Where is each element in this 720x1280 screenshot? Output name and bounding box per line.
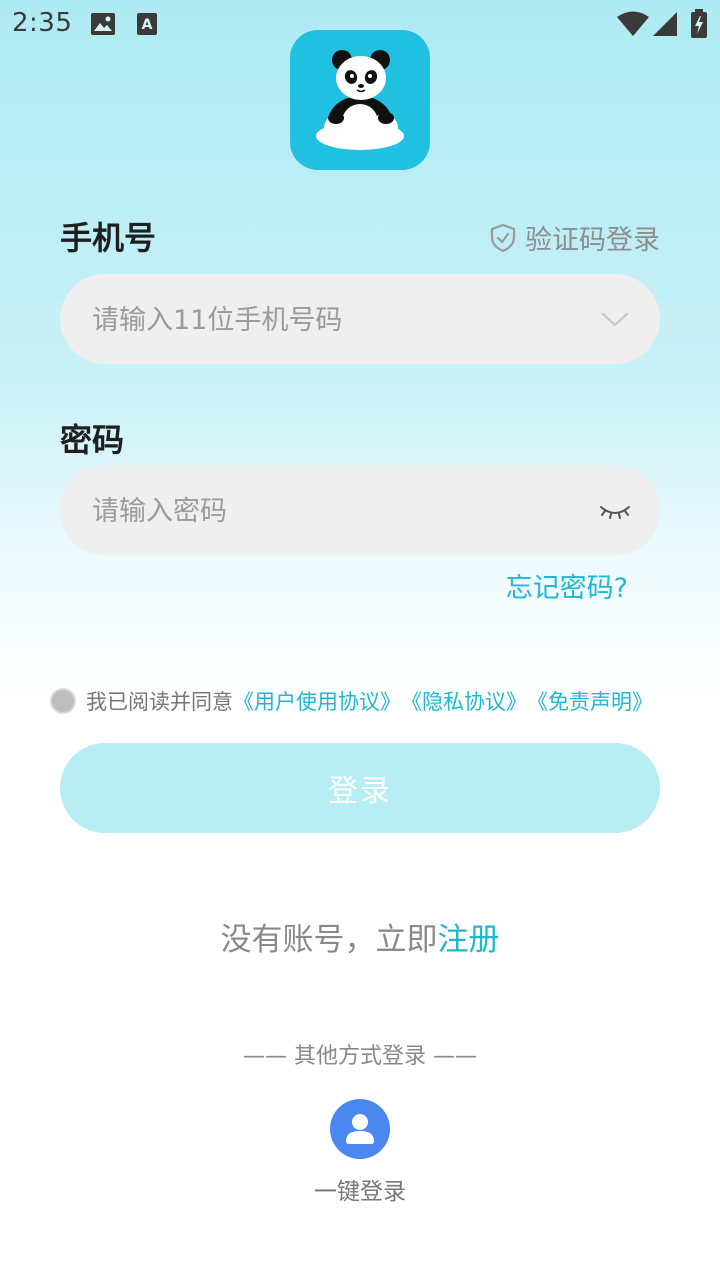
battery-charging-icon (691, 9, 707, 38)
forgot-password-link[interactable]: 忘记密码? (506, 566, 628, 605)
eye-closed-icon[interactable] (598, 495, 632, 525)
cell-signal-icon (653, 12, 677, 36)
phone-label: 手机号 (60, 219, 157, 257)
password-input[interactable] (90, 465, 574, 557)
register-link[interactable]: 注册 (438, 922, 500, 958)
agreement-text: 我已阅读并同意 (86, 690, 233, 714)
phone-input[interactable] (90, 274, 574, 366)
font-a-icon: A (137, 13, 157, 35)
user-agreement-link[interactable]: 《用户使用协议》 (233, 686, 401, 716)
login-button[interactable]: 登录 (60, 743, 660, 833)
one-key-login-label[interactable]: 一键登录 (0, 1172, 720, 1206)
sms-login-button[interactable]: 验证码登录 (489, 218, 660, 257)
agreement-radio[interactable] (50, 688, 76, 714)
phone-input-container (60, 274, 660, 366)
status-time: 2:35 (12, 8, 73, 38)
register-row: 没有账号，立即注册 (0, 914, 720, 959)
password-label: 密码 (60, 421, 125, 459)
panda-logo-icon (316, 50, 404, 150)
other-login-title: —— 其他方式登录 —— (243, 1044, 477, 1069)
disclaimer-link[interactable]: 《免责声明》 (527, 686, 653, 716)
wifi-icon (617, 11, 649, 36)
chevron-down-icon[interactable] (598, 304, 632, 334)
user-icon (346, 1114, 374, 1144)
password-input-container (60, 465, 660, 557)
privacy-agreement-link[interactable]: 《隐私协议》 (401, 686, 527, 716)
agreement-row: 我已阅读并同意 《用户使用协议》 《隐私协议》 《免责声明》 (50, 686, 653, 716)
svg-text:A: A (142, 17, 153, 33)
one-key-login-button[interactable] (330, 1099, 390, 1159)
register-text: 没有账号，立即 (220, 922, 438, 958)
sms-login-label: 验证码登录 (525, 225, 660, 256)
app-logo (290, 30, 430, 170)
gallery-icon (91, 13, 115, 35)
shield-check-icon (490, 223, 516, 252)
